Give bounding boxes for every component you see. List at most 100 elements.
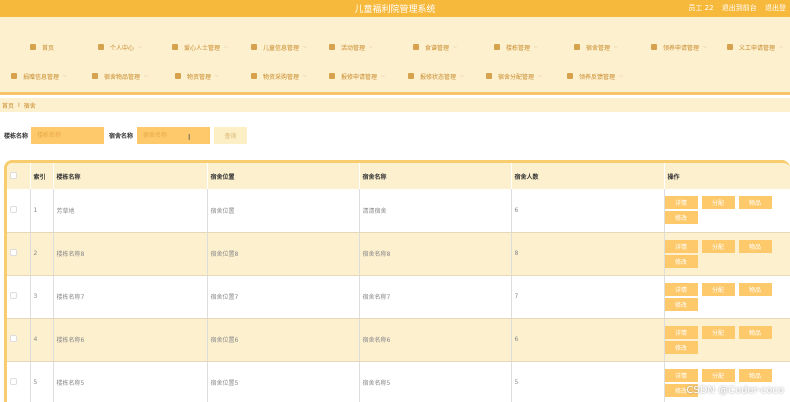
- items-button[interactable]: 物品: [738, 368, 772, 382]
- nav-item-row2-4[interactable]: 报修申请管理 ⌵: [329, 69, 385, 83]
- nav-item-row2-3[interactable]: 物资采购管理 ⌵: [251, 69, 307, 83]
- chevron-down-icon: ⌵: [703, 44, 707, 50]
- nav-item-row1-7[interactable]: 宿舍管理 ⌵: [574, 40, 618, 54]
- items-button[interactable]: 物品: [738, 282, 772, 296]
- table-row: 5 楼栋名称5 宿舍位置5 宿舍名称5 5 详情 分配 物品 修改: [7, 361, 790, 402]
- nav-item-row1-1[interactable]: 个人中心 ⌵: [98, 40, 142, 54]
- nav-item-row1-8[interactable]: 领养申请管理 ⌵: [651, 40, 707, 54]
- nav-item-row1-3[interactable]: 儿童信息管理 ⌵: [251, 40, 307, 54]
- nav-item-label: 首页: [42, 44, 55, 52]
- chevron-down-icon: ⌵: [538, 73, 542, 79]
- cell-building: 楼栋名称6: [53, 318, 208, 362]
- top-bar: 儿童福利院管理系统 员工 22 退出到前台 退出登: [0, 0, 790, 17]
- items-button[interactable]: 物品: [738, 239, 772, 253]
- main-nav: 首页 个人中心 ⌵ 爱心人士管理 ⌵ 儿童信息管理 ⌵ 活动管理 ⌵ 食谱管理 ⌵ 楼栋管理 ⌵ 宿舍管理…: [0, 17, 790, 95]
- cell-index: 1: [30, 189, 54, 233]
- cell-dorm-name: 宿舍名称6: [359, 318, 512, 362]
- detail-button[interactable]: 详情: [664, 325, 698, 339]
- nav-icon: [329, 73, 335, 79]
- nav-row-2: 捐赠信息管理 ⌵ 宿舍物品管理 ⌵ 物资管理 ⌵ 物资采购管理 ⌵ 报修申请管理 ⌵ 报修状态管理 ⌵…: [0, 69, 790, 83]
- nav-item-row2-1[interactable]: 宿舍物品管理 ⌵: [92, 69, 148, 83]
- nav-icon: [175, 73, 181, 79]
- cell-location: 宿舍位置7: [207, 275, 360, 319]
- nav-item-label: 领养申请管理: [663, 44, 700, 52]
- nav-item-row2-6[interactable]: 宿舍分配管理 ⌵: [486, 69, 542, 83]
- cell-building: 芳草地: [53, 189, 208, 233]
- assign-button[interactable]: 分配: [701, 368, 735, 382]
- nav-item-label: 义工申请管理: [739, 44, 776, 52]
- nav-item-row1-2[interactable]: 爱心人士管理 ⌵: [172, 40, 228, 54]
- cell-index: 2: [30, 232, 54, 276]
- edit-button[interactable]: 修改: [664, 254, 698, 268]
- select-all-cell: [7, 163, 31, 189]
- search-button[interactable]: 查询: [214, 127, 247, 144]
- nav-icon: [172, 44, 178, 50]
- row-actions: 详情 分配 物品修改: [664, 196, 790, 225]
- nav-item-row2-0[interactable]: 捐赠信息管理 ⌵: [11, 69, 67, 83]
- cell-building: 楼栋名称7: [53, 275, 208, 319]
- nav-item-label: 爱心人士管理: [184, 44, 221, 52]
- edit-button[interactable]: 修改: [664, 297, 698, 311]
- nav-item-row2-7[interactable]: 领养反馈管理 ⌵: [567, 69, 623, 83]
- select-all-checkbox[interactable]: [10, 171, 17, 179]
- assign-button[interactable]: 分配: [701, 239, 735, 253]
- cell-actions: 详情 分配 物品修改: [664, 275, 790, 319]
- detail-button[interactable]: 详情: [664, 282, 698, 296]
- row-checkbox[interactable]: [10, 249, 17, 256]
- dorm-search-input[interactable]: [137, 127, 210, 144]
- search-bar: 楼栋名称 宿舍名称 查询: [0, 126, 790, 144]
- building-search-input[interactable]: [31, 127, 104, 144]
- nav-icon: [486, 73, 492, 79]
- table-row: 3 楼栋名称7 宿舍位置7 宿舍名称7 7 详情 分配 物品 修改: [7, 275, 790, 319]
- nav-icon: [727, 44, 733, 50]
- chevron-down-icon: ⌵: [453, 44, 457, 50]
- breadcrumb-separator: I: [18, 101, 20, 109]
- nav-item-row1-5[interactable]: 食谱管理 ⌵: [413, 40, 457, 54]
- table-row: 4 楼栋名称6 宿舍位置6 宿舍名称6 6 详情 分配 物品 修改: [7, 318, 790, 362]
- nav-item-label: 物资管理: [187, 73, 212, 81]
- row-checkbox[interactable]: [10, 378, 17, 385]
- assign-button[interactable]: 分配: [701, 282, 735, 296]
- nav-icon: [574, 44, 580, 50]
- nav-icon: [98, 44, 104, 50]
- row-select-cell: [7, 232, 31, 276]
- back-to-front-link[interactable]: 退出到前台: [722, 4, 757, 12]
- row-select-cell: [7, 189, 31, 233]
- nav-item-row1-0[interactable]: 首页: [30, 40, 54, 54]
- row-checkbox[interactable]: [10, 205, 17, 213]
- cell-actions: 详情 分配 物品修改: [664, 232, 790, 276]
- cell-dorm-name: 宿舍名称8: [359, 232, 512, 276]
- header-actions: 操作: [664, 163, 790, 189]
- logout-link[interactable]: 退出登: [765, 4, 786, 12]
- assign-button[interactable]: 分配: [701, 325, 735, 339]
- detail-button[interactable]: 详情: [664, 368, 698, 382]
- nav-icon: [408, 73, 414, 79]
- assign-button[interactable]: 分配: [701, 196, 735, 210]
- detail-button[interactable]: 详情: [664, 239, 698, 253]
- nav-icon: [329, 44, 335, 50]
- row-checkbox[interactable]: [10, 335, 17, 342]
- chevron-down-icon: ⌵: [619, 73, 623, 79]
- edit-button[interactable]: 修改: [664, 211, 698, 225]
- building-label: 楼栋名称: [4, 133, 29, 140]
- items-button[interactable]: 物品: [738, 325, 772, 339]
- nav-item-label: 宿舍管理: [586, 44, 611, 52]
- edit-button[interactable]: 修改: [664, 340, 698, 354]
- nav-icon: [651, 44, 657, 50]
- detail-button[interactable]: 详情: [664, 196, 698, 210]
- nav-item-row2-2[interactable]: 物资管理 ⌵: [175, 69, 219, 83]
- nav-item-row1-4[interactable]: 活动管理 ⌵: [329, 40, 373, 54]
- breadcrumb-home[interactable]: 首页: [2, 101, 14, 110]
- chevron-down-icon: ⌵: [381, 73, 385, 79]
- cell-actions: 详情 分配 物品修改: [664, 189, 790, 233]
- row-checkbox[interactable]: [10, 292, 17, 299]
- nav-item-row2-5[interactable]: 报修状态管理 ⌵: [408, 69, 464, 83]
- nav-item-row1-9[interactable]: 义工申请管理 ⌵: [727, 40, 783, 54]
- header-location: 宿舍位置: [207, 163, 360, 189]
- cell-index: 3: [30, 275, 54, 319]
- items-button[interactable]: 物品: [738, 196, 772, 210]
- nav-item-row1-6[interactable]: 楼栋管理 ⌵: [494, 40, 538, 54]
- nav-item-label: 报修申请管理: [341, 73, 378, 81]
- row-actions: 详情 分配 物品修改: [664, 325, 790, 354]
- header-count: 宿舍人数: [511, 163, 665, 189]
